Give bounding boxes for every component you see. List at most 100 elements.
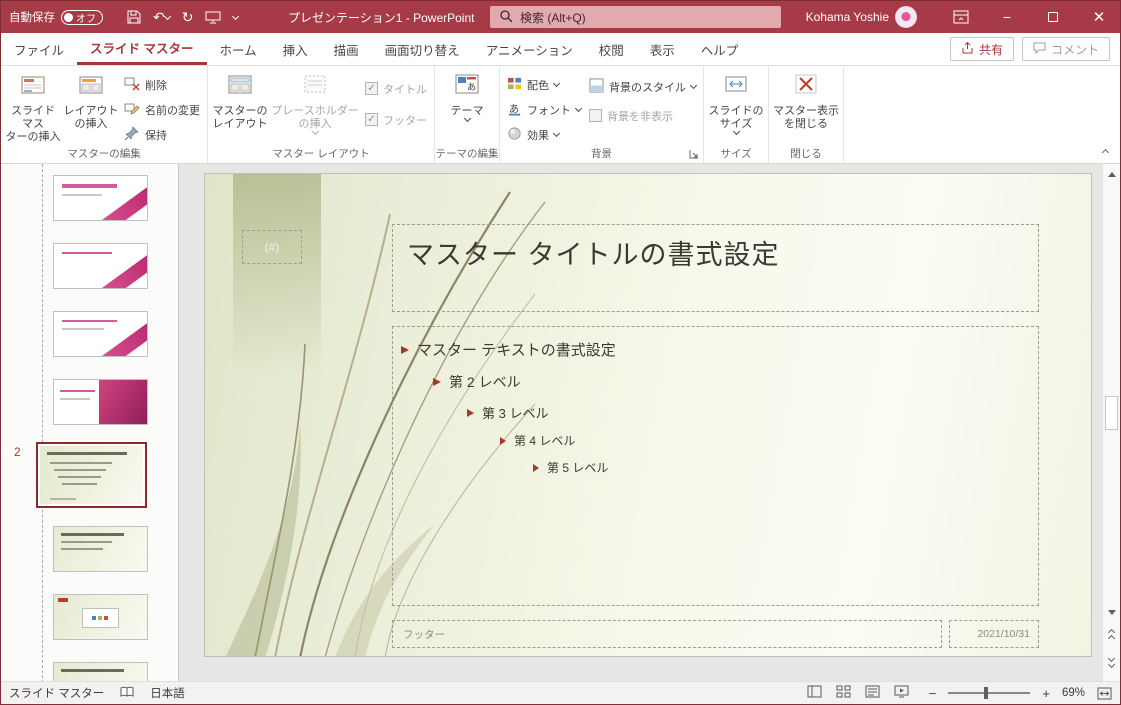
- slide-master-editing-surface[interactable]: (#) マスター タイトルの書式設定 マスター テキストの書式設定 第 2 レベ…: [204, 173, 1092, 657]
- bullet-text[interactable]: マスター テキストの書式設定: [417, 339, 616, 360]
- tab-file[interactable]: ファイル: [1, 33, 77, 65]
- preserve-button[interactable]: 保持: [120, 123, 204, 146]
- thumb-decor: [98, 616, 102, 620]
- save-icon[interactable]: [127, 10, 141, 24]
- slide-thumbnail-layout-4[interactable]: [53, 379, 148, 425]
- svg-text:あ: あ: [467, 82, 476, 92]
- search-input[interactable]: 検索 (Alt+Q): [490, 6, 781, 28]
- tab-home[interactable]: ホーム: [207, 33, 270, 65]
- close-master-view-button[interactable]: マスター表示 を閉じる: [772, 69, 840, 148]
- background-dialog-launcher[interactable]: [688, 148, 700, 160]
- reading-view-button[interactable]: [865, 685, 880, 701]
- slide-thumbnail-layout-3[interactable]: [53, 311, 148, 357]
- avatar[interactable]: [895, 6, 917, 28]
- bullet-level-5[interactable]: 第 5 レベル: [533, 459, 1038, 476]
- zoom-slider[interactable]: [948, 692, 1030, 694]
- fonts-button[interactable]: あ フォント: [503, 98, 585, 121]
- slide-thumbnail-layout-6[interactable]: [53, 594, 148, 640]
- slide-thumbnail-layout-5[interactable]: [53, 526, 148, 572]
- bullet-level-1[interactable]: マスター テキストの書式設定: [401, 339, 1038, 360]
- tab-view[interactable]: 表示: [637, 33, 688, 65]
- rename-button[interactable]: 名前の変更: [120, 98, 204, 121]
- footer-placeholder[interactable]: フッター: [392, 620, 942, 648]
- bullet-text[interactable]: 第 4 レベル: [514, 432, 575, 449]
- fit-to-window-button[interactable]: [1097, 687, 1112, 700]
- tab-draw[interactable]: 描画: [321, 33, 372, 65]
- start-slideshow-icon[interactable]: [205, 11, 221, 24]
- delete-button[interactable]: 削除: [120, 73, 204, 96]
- insert-placeholder-button[interactable]: プレースホルダー の挿入: [269, 69, 361, 148]
- date-placeholder[interactable]: 2021/10/31: [949, 620, 1039, 648]
- slide-thumbnail-layout-2[interactable]: [53, 243, 148, 289]
- background-styles-button[interactable]: 背景のスタイル: [585, 75, 700, 98]
- scroll-up-button[interactable]: [1103, 166, 1120, 183]
- hide-background-checkbox[interactable]: 背景を非表示: [585, 104, 700, 127]
- share-button[interactable]: 共有: [950, 37, 1014, 61]
- minimize-button[interactable]: −: [984, 1, 1030, 33]
- slide-thumbnail-layout-1[interactable]: [53, 175, 148, 221]
- close-button[interactable]: ✕: [1076, 1, 1121, 33]
- zoom-level[interactable]: 69%: [1062, 687, 1085, 699]
- slide-number-placeholder[interactable]: (#): [242, 230, 302, 264]
- zoom-slider-thumb[interactable]: [984, 687, 988, 699]
- title-placeholder[interactable]: マスター タイトルの書式設定: [392, 224, 1039, 312]
- customize-qat-chevron-icon[interactable]: [233, 16, 238, 19]
- tab-animations[interactable]: アニメーション: [473, 33, 586, 65]
- effects-icon: [507, 126, 522, 144]
- collapse-ribbon-button[interactable]: [1103, 144, 1108, 158]
- proofing-book-icon[interactable]: [120, 686, 134, 701]
- date-text[interactable]: 2021/10/31: [977, 628, 1030, 640]
- slide-size-button[interactable]: スライドの サイズ: [707, 69, 765, 148]
- slide-thumbnail-master-selected[interactable]: [36, 442, 147, 508]
- next-slide-button[interactable]: [1103, 653, 1120, 670]
- thumb-decor: [62, 483, 97, 485]
- scroll-down-button[interactable]: [1103, 604, 1120, 621]
- thumb-decor: [50, 498, 76, 500]
- tab-help[interactable]: ヘルプ: [688, 33, 752, 65]
- tab-transitions[interactable]: 画面切り替え: [372, 33, 473, 65]
- bullet-level-3[interactable]: 第 3 レベル: [467, 403, 1038, 422]
- master-title-text[interactable]: マスター タイトルの書式設定: [407, 240, 780, 270]
- maximize-button[interactable]: [1030, 1, 1076, 33]
- themes-button[interactable]: あ テーマ: [438, 69, 496, 148]
- bullet-level-2[interactable]: 第 2 レベル: [433, 372, 1038, 392]
- bullet-text[interactable]: 第 2 レベル: [449, 372, 521, 392]
- language-indicator[interactable]: 日本語: [150, 685, 185, 701]
- body-placeholder[interactable]: マスター テキストの書式設定 第 2 レベル 第 3 レベル 第 4 レベル 第…: [392, 326, 1039, 606]
- zoom-out-button[interactable]: −: [929, 686, 937, 701]
- autosave-toggle[interactable]: 自動保存 オフ: [9, 1, 103, 33]
- insert-layout-button[interactable]: レイアウト の挿入: [62, 69, 120, 148]
- autosave-switch[interactable]: オフ: [61, 10, 103, 25]
- footer-checkbox-label: フッター: [383, 112, 427, 128]
- undo-icon[interactable]: ↶: [153, 9, 170, 26]
- master-layout-button[interactable]: マスターの レイアウト: [211, 69, 269, 148]
- vertical-scrollbar[interactable]: [1102, 164, 1120, 683]
- account-name[interactable]: Kohama Yoshie: [779, 1, 889, 33]
- title-checkbox[interactable]: ✓ タイトル: [361, 77, 431, 100]
- view-status-label: スライド マスター: [9, 685, 104, 701]
- slide-sorter-view-button[interactable]: [836, 685, 851, 701]
- insert-slide-master-button[interactable]: スライド マス ターの挿入: [4, 69, 62, 148]
- tab-insert[interactable]: 挿入: [270, 33, 321, 65]
- footer-checkbox[interactable]: ✓ フッター: [361, 108, 431, 131]
- bullet-text[interactable]: 第 5 レベル: [547, 459, 608, 476]
- zoom-in-button[interactable]: +: [1042, 686, 1050, 701]
- redo-icon[interactable]: ↻: [182, 9, 194, 26]
- scrollbar-thumb[interactable]: [1105, 396, 1118, 430]
- slide-number-text[interactable]: (#): [265, 240, 280, 254]
- tab-slide-master[interactable]: スライド マスター: [77, 33, 206, 65]
- tab-review[interactable]: 校閲: [586, 33, 637, 65]
- effects-button[interactable]: 効果: [503, 123, 585, 146]
- footer-text[interactable]: フッター: [403, 627, 445, 642]
- ribbon-display-options-button[interactable]: [945, 1, 977, 33]
- bullet-text[interactable]: 第 3 レベル: [482, 403, 548, 422]
- slide-thumbnail-layout-7[interactable]: [53, 662, 148, 683]
- colors-button[interactable]: 配色: [503, 73, 585, 96]
- slideshow-view-button[interactable]: [894, 685, 909, 701]
- thumb-decor: [40, 446, 143, 504]
- title-checkbox-label: タイトル: [383, 81, 427, 97]
- bullet-level-4[interactable]: 第 4 レベル: [500, 432, 1038, 449]
- comments-button[interactable]: コメント: [1022, 37, 1110, 61]
- normal-view-button[interactable]: [807, 685, 822, 701]
- previous-slide-button[interactable]: [1103, 627, 1120, 644]
